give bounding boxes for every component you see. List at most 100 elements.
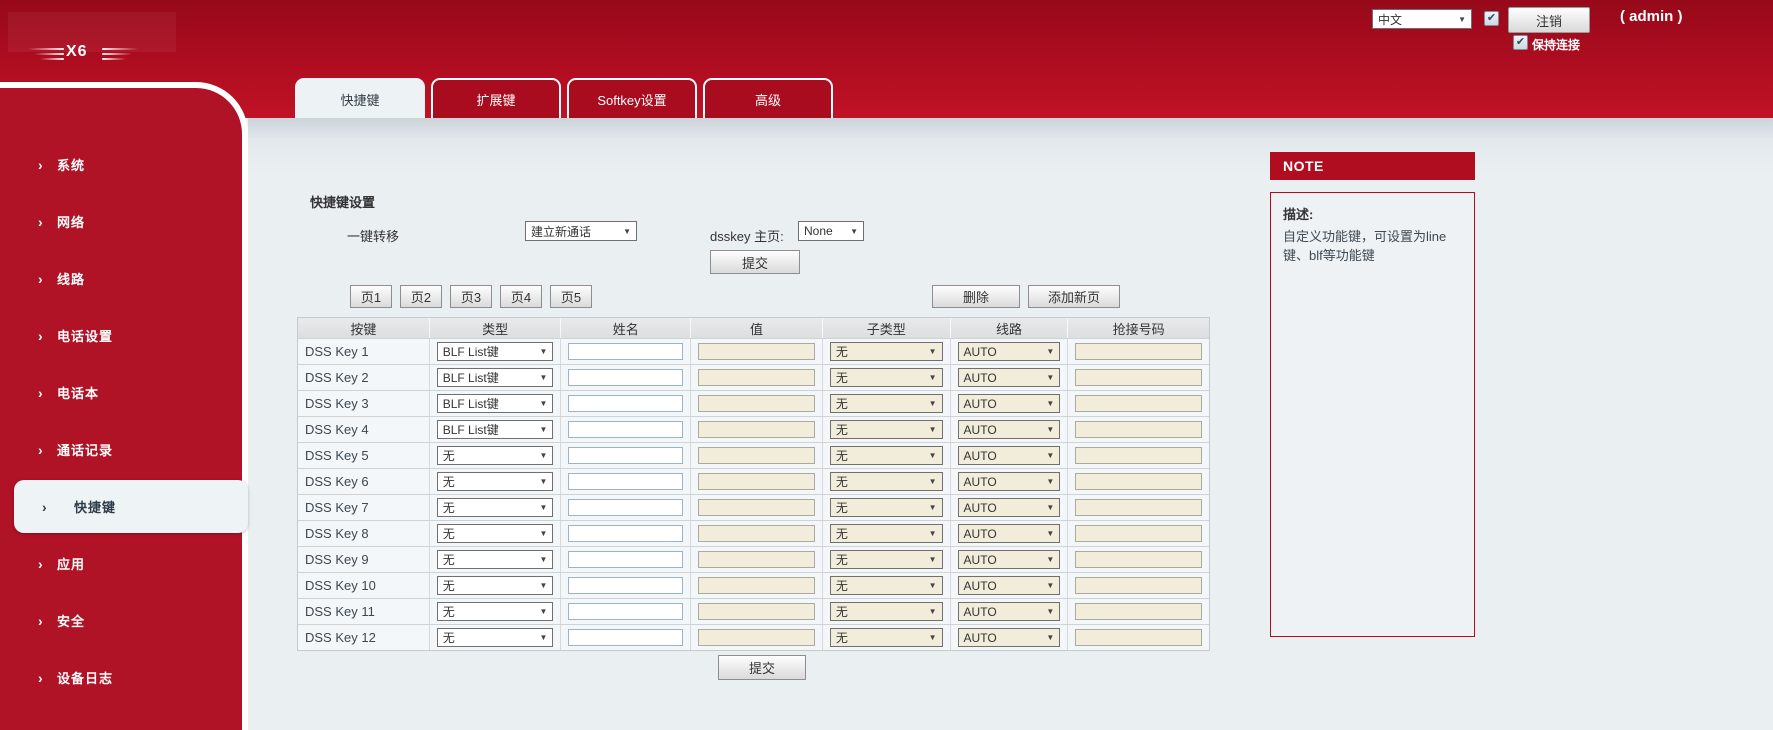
subtype-cell: 无▼	[822, 547, 950, 572]
keep-connected-label: 保持连接	[1532, 36, 1580, 53]
page-button-2[interactable]: 页2	[400, 285, 442, 308]
name-input[interactable]	[568, 447, 683, 464]
type-select[interactable]: BLF List键▼	[437, 420, 554, 439]
subtype-select[interactable]: 无▼	[830, 550, 943, 569]
type-select[interactable]: 无▼	[437, 550, 554, 569]
submit-button-top[interactable]: 提交	[710, 250, 800, 274]
line-select[interactable]: AUTO▼	[958, 420, 1061, 439]
submit-button-bottom[interactable]: 提交	[718, 655, 806, 680]
type-select-value: BLF List键	[443, 343, 499, 360]
name-cell	[560, 365, 690, 390]
dss-key-label: DSS Key 11	[298, 599, 429, 624]
subtype-select[interactable]: 无▼	[830, 602, 943, 621]
sidebar-item-function-key[interactable]: ›快捷键	[0, 478, 242, 535]
add-page-button[interactable]: 添加新页	[1028, 285, 1120, 308]
name-input[interactable]	[568, 499, 683, 516]
chevron-down-icon: ▼	[1046, 347, 1054, 356]
line-select[interactable]: AUTO▼	[958, 472, 1061, 491]
line-select[interactable]: AUTO▼	[958, 576, 1061, 595]
type-select[interactable]: 无▼	[437, 628, 554, 647]
subtype-select-value: 无	[836, 603, 848, 620]
type-select[interactable]: 无▼	[437, 498, 554, 517]
page-button-5[interactable]: 页5	[550, 285, 592, 308]
type-select[interactable]: BLF List键▼	[437, 368, 554, 387]
type-select[interactable]: 无▼	[437, 602, 554, 621]
line-select[interactable]: AUTO▼	[958, 628, 1061, 647]
language-select[interactable]: 中文 ▼	[1372, 9, 1472, 29]
language-checkbox[interactable]: ✔	[1484, 11, 1499, 26]
chevron-down-icon: ▼	[539, 529, 547, 538]
sidebar-item-system[interactable]: ›系统	[0, 136, 242, 193]
name-input[interactable]	[568, 629, 683, 646]
line-select[interactable]: AUTO▼	[958, 524, 1061, 543]
subtype-select[interactable]: 无▼	[830, 342, 943, 361]
name-input[interactable]	[568, 603, 683, 620]
line-select[interactable]: AUTO▼	[958, 368, 1061, 387]
page-button-4[interactable]: 页4	[500, 285, 542, 308]
line-select-value: AUTO	[964, 423, 997, 437]
subtype-select[interactable]: 无▼	[830, 524, 943, 543]
value-cell	[690, 573, 822, 598]
tab-softkey[interactable]: Softkey设置	[567, 78, 697, 118]
value-input	[698, 525, 815, 542]
type-select[interactable]: 无▼	[437, 524, 554, 543]
line-select-value: AUTO	[964, 475, 997, 489]
name-input[interactable]	[568, 525, 683, 542]
keep-connected-checkbox[interactable]: ✔	[1513, 35, 1528, 50]
subtype-select[interactable]: 无▼	[830, 394, 943, 413]
sidebar-item-security[interactable]: ›安全	[0, 592, 242, 649]
tab-advanced[interactable]: 高级	[703, 78, 833, 118]
sidebar-item-call-log[interactable]: ›通话记录	[0, 421, 242, 478]
subtype-select[interactable]: 无▼	[830, 446, 943, 465]
sidebar-item-phonebook[interactable]: ›电话本	[0, 364, 242, 421]
sidebar-item-line[interactable]: ›线路	[0, 250, 242, 307]
value-cell	[690, 443, 822, 468]
line-cell: AUTO▼	[950, 573, 1068, 598]
line-select[interactable]: AUTO▼	[958, 394, 1061, 413]
logout-button[interactable]: 注销	[1508, 7, 1590, 33]
dsskey-home-select[interactable]: None ▼	[798, 221, 864, 241]
one-key-transfer-select[interactable]: 建立新通话 ▼	[525, 221, 637, 241]
line-select[interactable]: AUTO▼	[958, 498, 1061, 517]
subtype-select[interactable]: 无▼	[830, 420, 943, 439]
name-input[interactable]	[568, 421, 683, 438]
value-cell	[690, 339, 822, 364]
name-input[interactable]	[568, 577, 683, 594]
name-input[interactable]	[568, 369, 683, 386]
chevron-down-icon: ▼	[1046, 503, 1054, 512]
subtype-select[interactable]: 无▼	[830, 498, 943, 517]
type-select[interactable]: 无▼	[437, 472, 554, 491]
sidebar-item-apps[interactable]: ›应用	[0, 535, 242, 592]
sidebar-item-network[interactable]: ›网络	[0, 193, 242, 250]
line-cell: AUTO▼	[950, 547, 1068, 572]
line-select-value: AUTO	[964, 527, 997, 541]
line-select[interactable]: AUTO▼	[958, 602, 1061, 621]
subtype-select[interactable]: 无▼	[830, 628, 943, 647]
page-button-1[interactable]: 页1	[350, 285, 392, 308]
type-select[interactable]: 无▼	[437, 446, 554, 465]
chevron-down-icon: ▼	[929, 607, 937, 616]
value-cell	[690, 391, 822, 416]
name-input[interactable]	[568, 551, 683, 568]
name-input[interactable]	[568, 473, 683, 490]
type-select[interactable]: BLF List键▼	[437, 394, 554, 413]
dss-key-table: 按键类型姓名值子类型线路抢接号码 DSS Key 1BLF List键▼无▼AU…	[297, 317, 1210, 651]
line-select[interactable]: AUTO▼	[958, 446, 1061, 465]
name-input[interactable]	[568, 343, 683, 360]
subtype-select-value: 无	[836, 395, 848, 412]
tab-function-key[interactable]: 快捷键	[295, 78, 425, 118]
sidebar-item-device-log[interactable]: ›设备日志	[0, 649, 242, 706]
name-input[interactable]	[568, 395, 683, 412]
delete-page-button[interactable]: 删除	[932, 285, 1020, 308]
type-select[interactable]: 无▼	[437, 576, 554, 595]
subtype-select[interactable]: 无▼	[830, 368, 943, 387]
subtype-select[interactable]: 无▼	[830, 576, 943, 595]
subtype-select[interactable]: 无▼	[830, 472, 943, 491]
tab-extend-key[interactable]: 扩展键	[431, 78, 561, 118]
sidebar-item-phone-settings[interactable]: ›电话设置	[0, 307, 242, 364]
type-select[interactable]: BLF List键▼	[437, 342, 554, 361]
subtype-select-value: 无	[836, 421, 848, 438]
line-select[interactable]: AUTO▼	[958, 550, 1061, 569]
page-button-3[interactable]: 页3	[450, 285, 492, 308]
line-select[interactable]: AUTO▼	[958, 342, 1061, 361]
